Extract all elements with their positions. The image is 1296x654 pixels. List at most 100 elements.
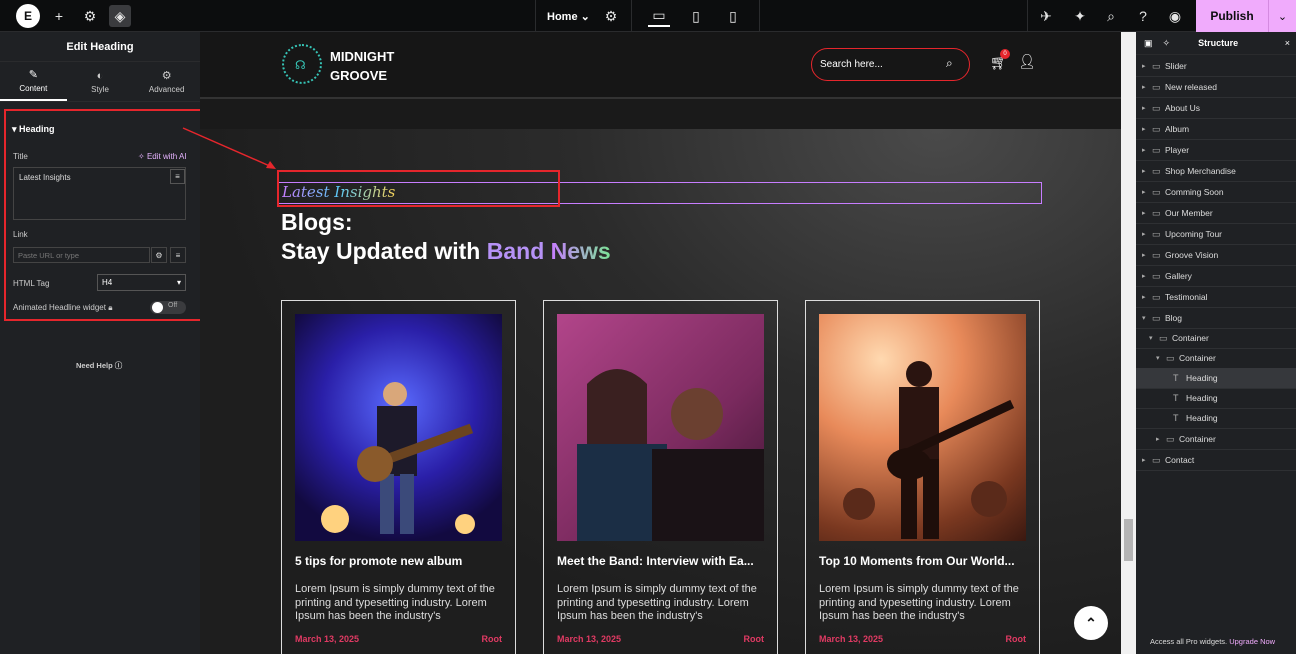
- site-header: ☊ MIDNIGHT GROOVE Search here... ⌕ 🛒︎ 0 👤…: [200, 32, 1121, 97]
- close-icon[interactable]: ×: [1285, 38, 1290, 48]
- animated-headline-toggle[interactable]: Off: [150, 301, 186, 314]
- navigator-item[interactable]: ▾ ▭ Container: [1136, 348, 1296, 369]
- expand-arrow-icon[interactable]: ▾: [1142, 314, 1152, 322]
- navigator-item[interactable]: ▾ ▭ Container: [1136, 328, 1296, 349]
- search-icon[interactable]: ⌕: [1100, 5, 1122, 27]
- navigator-item[interactable]: ▾ ▭ Blog: [1136, 308, 1296, 329]
- blog-card-title[interactable]: 5 tips for promote new album: [295, 554, 505, 568]
- navigator-item[interactable]: ▸ ▭ Album: [1136, 119, 1296, 140]
- need-help-link[interactable]: Need Help ⓘ: [76, 360, 122, 371]
- tab-advanced[interactable]: ⚙ Advanced: [133, 62, 200, 101]
- expand-arrow-icon[interactable]: ▾: [1156, 354, 1166, 362]
- title-textarea[interactable]: Latest Insights: [13, 167, 186, 220]
- brand-name[interactable]: MIDNIGHT GROOVE: [330, 47, 394, 85]
- heading-icon: T: [1173, 393, 1179, 403]
- html-tag-select[interactable]: H4 ▾: [97, 274, 186, 291]
- elementor-logo-icon[interactable]: E: [16, 4, 40, 28]
- navigator-item[interactable]: ▸ ▭ Gallery: [1136, 266, 1296, 287]
- expand-arrow-icon[interactable]: ▸: [1142, 104, 1152, 112]
- blog-card-image[interactable]: [295, 314, 502, 541]
- settings-sliders-icon[interactable]: ⚙: [79, 5, 101, 27]
- section-heading-toggle[interactable]: ▾ Heading: [12, 124, 55, 135]
- blog-card-date[interactable]: March 13, 2025: [557, 634, 621, 644]
- tablet-icon[interactable]: ▯: [685, 5, 707, 27]
- navigator-item[interactable]: ▸ ▭ Comming Soon: [1136, 182, 1296, 203]
- blog-card[interactable]: Top 10 Moments from Our World... Lorem I…: [805, 300, 1040, 654]
- navigator-item[interactable]: ▸ ▭ Shop Merchandise: [1136, 161, 1296, 182]
- expand-arrow-icon[interactable]: ▸: [1142, 251, 1152, 259]
- expand-arrow-icon[interactable]: ▸: [1142, 230, 1152, 238]
- container-icon: ▭: [1152, 228, 1161, 239]
- expand-arrow-icon[interactable]: ▸: [1156, 435, 1166, 443]
- expand-arrow-icon[interactable]: ▸: [1142, 167, 1152, 175]
- scroll-to-top-button[interactable]: ⌃: [1074, 606, 1108, 640]
- container-icon: ▭: [1152, 60, 1161, 71]
- notifications-icon[interactable]: ✦: [1069, 5, 1091, 27]
- navigator-item[interactable]: T Heading: [1136, 408, 1296, 429]
- publish-button[interactable]: Publish: [1196, 0, 1268, 32]
- navigator-item[interactable]: ▸ ▭ Upcoming Tour: [1136, 224, 1296, 245]
- blog-card-image[interactable]: [819, 314, 1026, 541]
- expand-arrow-icon[interactable]: ▸: [1142, 62, 1152, 70]
- container-icon: ▭: [1152, 249, 1161, 260]
- navigator-item[interactable]: ▸ ▭ New released: [1136, 77, 1296, 98]
- navigator-item[interactable]: ▸ ▭ Groove Vision: [1136, 245, 1296, 266]
- user-icon[interactable]: 👤︎: [1018, 53, 1036, 70]
- upgrade-link[interactable]: Upgrade Now: [1229, 637, 1275, 646]
- help-icon[interactable]: ?: [1132, 5, 1154, 27]
- scrollbar-thumb[interactable]: [1124, 519, 1133, 561]
- blog-card-author[interactable]: Root: [744, 634, 765, 644]
- blog-card[interactable]: 5 tips for promote new album Lorem Ipsum…: [281, 300, 516, 654]
- tab-style[interactable]: ◐ Style: [67, 62, 134, 101]
- blog-card-excerpt: Lorem Ipsum is simply dummy text of the …: [819, 583, 1019, 622]
- blog-card-date[interactable]: March 13, 2025: [819, 634, 883, 644]
- navigator-item[interactable]: ▸ ▭ About Us: [1136, 98, 1296, 119]
- navigator-item-label: Container: [1179, 353, 1216, 363]
- link-options-icon[interactable]: ⚙: [151, 247, 167, 263]
- navigator-item[interactable]: T Heading: [1136, 368, 1296, 389]
- expand-arrow-icon[interactable]: ▸: [1142, 83, 1152, 91]
- blog-card[interactable]: Meet the Band: Interview with Ea... Lore…: [543, 300, 778, 654]
- link-dynamic-icon[interactable]: ≡: [170, 247, 186, 263]
- expand-arrow-icon[interactable]: ▸: [1142, 272, 1152, 280]
- navigator-item[interactable]: ▸ ▭ Our Member: [1136, 203, 1296, 224]
- contrast-icon: ◐: [96, 69, 104, 82]
- blog-heading[interactable]: Blogs: Stay Updated with Band News: [281, 208, 611, 266]
- search-icon[interactable]: ⌕: [946, 56, 953, 71]
- navigator-item[interactable]: ▸ ▭ Container: [1136, 429, 1296, 450]
- expand-arrow-icon[interactable]: ▸: [1142, 125, 1152, 133]
- blog-card-title[interactable]: Top 10 Moments from Our World...: [819, 554, 1029, 568]
- gear-icon: ⚙: [161, 70, 172, 82]
- desktop-icon[interactable]: ▭: [648, 5, 670, 27]
- add-icon[interactable]: +: [48, 5, 70, 27]
- dock-icon[interactable]: ▣: [1144, 38, 1153, 49]
- expand-arrow-icon[interactable]: ▸: [1142, 293, 1152, 301]
- page-selector[interactable]: Home ⌄: [547, 10, 590, 23]
- tab-content[interactable]: ✎ Content: [0, 62, 67, 101]
- expand-arrow-icon[interactable]: ▸: [1142, 188, 1152, 196]
- blog-card-title[interactable]: Meet the Band: Interview with Ea...: [557, 554, 767, 568]
- structure-navigator: ▣ ✧ Structure × ▸ ▭ Slider ▸ ▭ New released ▸ ▭…: [1136, 32, 1296, 654]
- navigator-item[interactable]: ▸ ▭ Testimonial: [1136, 287, 1296, 308]
- navigator-item[interactable]: ▸ ▭ Contact: [1136, 450, 1296, 471]
- mobile-icon[interactable]: ▯: [722, 5, 744, 27]
- blog-card-image[interactable]: [557, 314, 764, 541]
- expand-arrow-icon[interactable]: ▸: [1142, 146, 1152, 154]
- blog-card-author[interactable]: Root: [1006, 634, 1027, 644]
- sparkle-icon[interactable]: ✧: [1163, 38, 1171, 49]
- link-input[interactable]: Paste URL or type: [13, 247, 150, 263]
- layers-icon[interactable]: ◈: [109, 5, 131, 27]
- preview-eye-icon[interactable]: ◉: [1164, 5, 1186, 27]
- expand-arrow-icon[interactable]: ▸: [1142, 209, 1152, 217]
- expand-arrow-icon[interactable]: ▾: [1149, 334, 1159, 342]
- rocket-icon[interactable]: ✈: [1035, 5, 1057, 27]
- blog-card-date[interactable]: March 13, 2025: [295, 634, 359, 644]
- navigator-item[interactable]: T Heading: [1136, 388, 1296, 409]
- page-settings-icon[interactable]: ⚙: [600, 5, 622, 27]
- chevron-down-icon[interactable]: ⌄: [1268, 0, 1296, 32]
- container-icon: ▭: [1152, 81, 1161, 92]
- expand-arrow-icon[interactable]: ▸: [1142, 456, 1152, 464]
- navigator-item[interactable]: ▸ ▭ Player: [1136, 140, 1296, 161]
- navigator-item[interactable]: ▸ ▭ Slider: [1136, 56, 1296, 77]
- blog-card-author[interactable]: Root: [482, 634, 503, 644]
